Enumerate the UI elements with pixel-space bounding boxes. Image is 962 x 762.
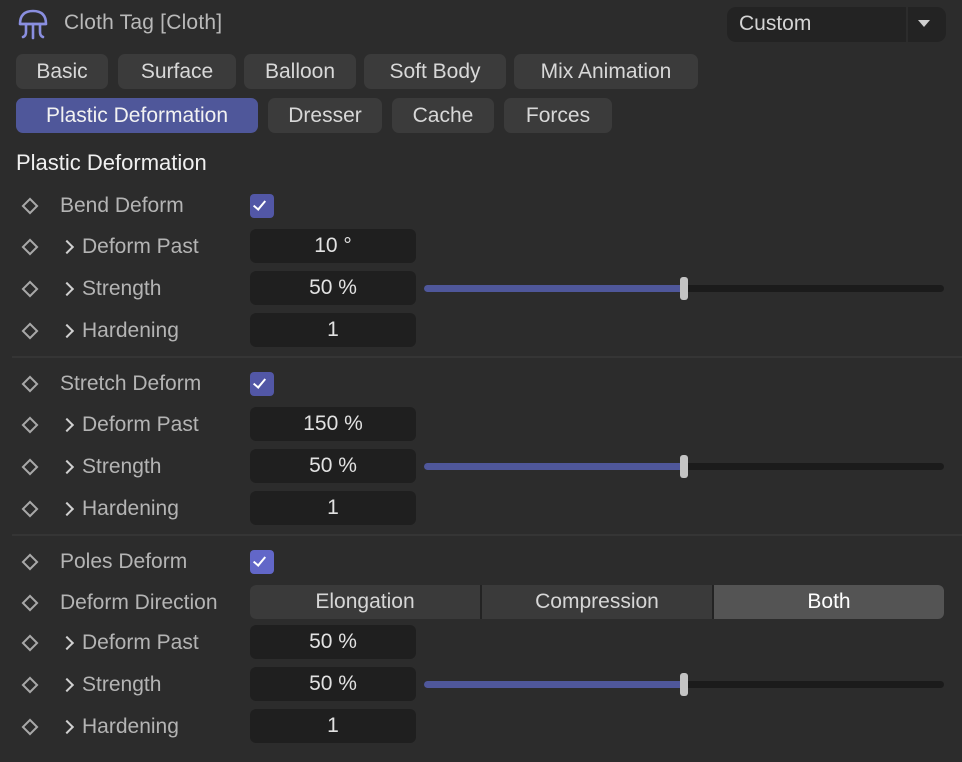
stretch-deform-past-row: Deform Past 150 % (0, 407, 962, 443)
keyframe-diamond-icon[interactable] (21, 634, 39, 652)
bend-hardening-field[interactable]: 1 (250, 313, 416, 347)
slider-fill (424, 285, 684, 292)
bend-deform-label: Bend Deform (60, 194, 184, 217)
poles-hardening-field[interactable]: 1 (250, 709, 416, 743)
keyframe-diamond-icon[interactable] (21, 238, 39, 256)
tab-soft-body[interactable]: Soft Body (364, 54, 506, 89)
stretch-hardening-field[interactable]: 1 (250, 491, 416, 525)
tab-basic[interactable]: Basic (16, 54, 108, 89)
tab-cache[interactable]: Cache (392, 98, 494, 133)
bend-deform-past-field[interactable]: 10 ° (250, 229, 416, 263)
bend-strength-slider[interactable] (424, 277, 944, 300)
stretch-deform-label: Stretch Deform (60, 372, 202, 395)
checkmark-icon (252, 375, 267, 389)
chevron-right-icon[interactable] (59, 323, 75, 339)
poles-deform-past-field[interactable]: 50 % (250, 625, 416, 659)
poles-deform-checkbox[interactable] (250, 550, 274, 574)
poles-hardening-row: Hardening 1 (0, 709, 962, 745)
deform-direction-segmented: Elongation Compression Both (250, 585, 944, 619)
direction-option-compression[interactable]: Compression (482, 585, 712, 619)
tag-header: Cloth Tag [Cloth] Custom (0, 0, 962, 48)
chevron-right-icon[interactable] (59, 635, 75, 651)
deform-past-label: Deform Past (82, 631, 199, 654)
poles-strength-slider[interactable] (424, 673, 944, 696)
slider-handle[interactable] (680, 673, 688, 696)
deform-past-label: Deform Past (82, 235, 199, 258)
keyframe-diamond-icon[interactable] (21, 458, 39, 476)
hardening-label: Hardening (82, 497, 179, 520)
keyframe-diamond-icon[interactable] (21, 594, 39, 612)
strength-label: Strength (82, 277, 162, 300)
tab-plastic-deformation[interactable]: Plastic Deformation (16, 98, 258, 133)
chevron-right-icon[interactable] (59, 719, 75, 735)
stretch-deform-row: Stretch Deform (0, 366, 962, 402)
keyframe-diamond-icon[interactable] (21, 718, 39, 736)
keyframe-diamond-icon[interactable] (21, 676, 39, 694)
keyframe-diamond-icon[interactable] (21, 553, 39, 571)
stretch-hardening-row: Hardening 1 (0, 491, 962, 527)
preset-label: Custom (739, 12, 812, 35)
chevron-right-icon[interactable] (59, 677, 75, 693)
chevron-right-icon[interactable] (59, 239, 75, 255)
poles-strength-field[interactable]: 50 % (250, 667, 416, 701)
hardening-label: Hardening (82, 715, 179, 738)
checkmark-icon (252, 553, 267, 567)
checkmark-icon (252, 197, 267, 211)
slider-fill (424, 463, 684, 470)
bend-hardening-row: Hardening 1 (0, 313, 962, 349)
keyframe-diamond-icon[interactable] (21, 280, 39, 298)
tab-forces[interactable]: Forces (504, 98, 612, 133)
bend-strength-row: Strength 50 % (0, 271, 962, 307)
section-title: Plastic Deformation (16, 150, 207, 175)
deform-direction-label: Deform Direction (60, 591, 218, 614)
stretch-deform-checkbox[interactable] (250, 372, 274, 396)
bend-deform-checkbox[interactable] (250, 194, 274, 218)
keyframe-diamond-icon[interactable] (21, 322, 39, 340)
strength-label: Strength (82, 455, 162, 478)
poles-deform-label: Poles Deform (60, 550, 188, 573)
chevron-right-icon[interactable] (59, 417, 75, 433)
bend-strength-field[interactable]: 50 % (250, 271, 416, 305)
strength-label: Strength (82, 673, 162, 696)
keyframe-diamond-icon[interactable] (21, 416, 39, 434)
tab-balloon[interactable]: Balloon (244, 54, 356, 89)
slider-handle[interactable] (680, 277, 688, 300)
stretch-strength-row: Strength 50 % (0, 449, 962, 485)
stretch-strength-field[interactable]: 50 % (250, 449, 416, 483)
chevron-down-icon[interactable] (918, 20, 930, 27)
direction-option-elongation[interactable]: Elongation (250, 585, 480, 619)
keyframe-diamond-icon[interactable] (21, 197, 39, 215)
group-divider (12, 534, 962, 536)
slider-handle[interactable] (680, 455, 688, 478)
bend-deform-past-row: Deform Past 10 ° (0, 229, 962, 265)
preset-dropdown[interactable]: Custom (727, 7, 946, 42)
keyframe-diamond-icon[interactable] (21, 375, 39, 393)
jellyfish-cloth-icon (18, 9, 48, 40)
chevron-right-icon[interactable] (59, 501, 75, 517)
preset-divider (906, 7, 908, 42)
chevron-right-icon[interactable] (59, 281, 75, 297)
bend-deform-row: Bend Deform (0, 188, 962, 224)
tab-surface[interactable]: Surface (118, 54, 236, 89)
group-divider (12, 356, 962, 358)
slider-fill (424, 681, 684, 688)
poles-deform-past-row: Deform Past 50 % (0, 625, 962, 661)
tag-title: Cloth Tag [Cloth] (64, 11, 223, 34)
keyframe-diamond-icon[interactable] (21, 500, 39, 518)
deform-past-label: Deform Past (82, 413, 199, 436)
stretch-deform-past-field[interactable]: 150 % (250, 407, 416, 441)
hardening-label: Hardening (82, 319, 179, 342)
stretch-strength-slider[interactable] (424, 455, 944, 478)
poles-strength-row: Strength 50 % (0, 667, 962, 703)
poles-deform-row: Poles Deform (0, 544, 962, 580)
direction-option-both[interactable]: Both (714, 585, 944, 619)
chevron-right-icon[interactable] (59, 459, 75, 475)
tab-dresser[interactable]: Dresser (268, 98, 382, 133)
poles-direction-row: Deform Direction Elongation Compression … (0, 585, 962, 621)
tab-mix-animation[interactable]: Mix Animation (514, 54, 698, 89)
